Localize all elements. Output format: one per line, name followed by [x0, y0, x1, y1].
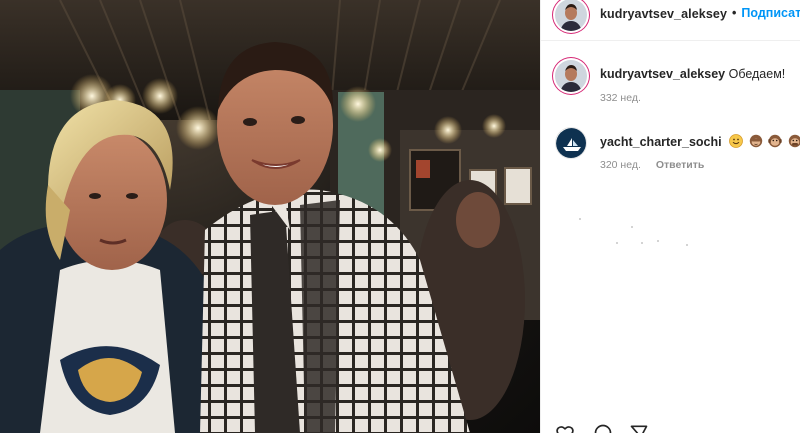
reply-button[interactable]: Ответить: [656, 159, 705, 171]
grinning-face-icon: [729, 134, 743, 148]
comment-emojis: [729, 134, 800, 149]
header-divider: [541, 40, 800, 41]
author-avatar[interactable]: [555, 0, 587, 31]
comment-text: kudryavtsev_aleksey Обедаем!: [600, 67, 785, 81]
separator-dot: •: [732, 6, 737, 20]
comment-age[interactable]: 320 нед.: [600, 159, 641, 171]
comment-avatar[interactable]: [555, 127, 587, 159]
hear-no-evil-monkey-icon: [768, 134, 782, 148]
post-header: kudryavtsev_aleksey • Подписаться: [541, 0, 800, 32]
comment-meta: 320 нед. Ответить: [600, 159, 704, 171]
post-photo[interactable]: [0, 0, 540, 433]
comment-meta: 332 нед.: [600, 92, 641, 104]
comment-body: Обедаем!: [728, 67, 786, 81]
comment-username[interactable]: yacht_charter_sochi: [600, 135, 722, 149]
comment-age[interactable]: 332 нед.: [600, 92, 641, 104]
action-bar: [555, 423, 795, 433]
yacht-logo-icon: [556, 128, 586, 158]
heart-icon[interactable]: [555, 423, 575, 433]
comment-avatar-image: [555, 60, 587, 92]
comment-username[interactable]: kudryavtsev_aleksey: [600, 67, 725, 81]
photo-scene: [0, 0, 540, 433]
comment-avatar[interactable]: [555, 60, 587, 92]
post-side-panel: kudryavtsev_aleksey • Подписаться kudryav…: [540, 0, 800, 433]
author-avatar-image: [555, 0, 587, 31]
comment-text: yacht_charter_sochi: [600, 134, 800, 149]
speak-no-evil-monkey-icon: [788, 134, 800, 148]
follow-button[interactable]: • Подписаться: [732, 6, 800, 20]
follow-label[interactable]: Подписаться: [741, 6, 800, 20]
share-icon[interactable]: [629, 423, 649, 433]
author-username[interactable]: kudryavtsev_aleksey: [600, 7, 727, 21]
see-no-evil-monkey-icon: [749, 134, 762, 148]
comment-icon[interactable]: [593, 423, 613, 433]
